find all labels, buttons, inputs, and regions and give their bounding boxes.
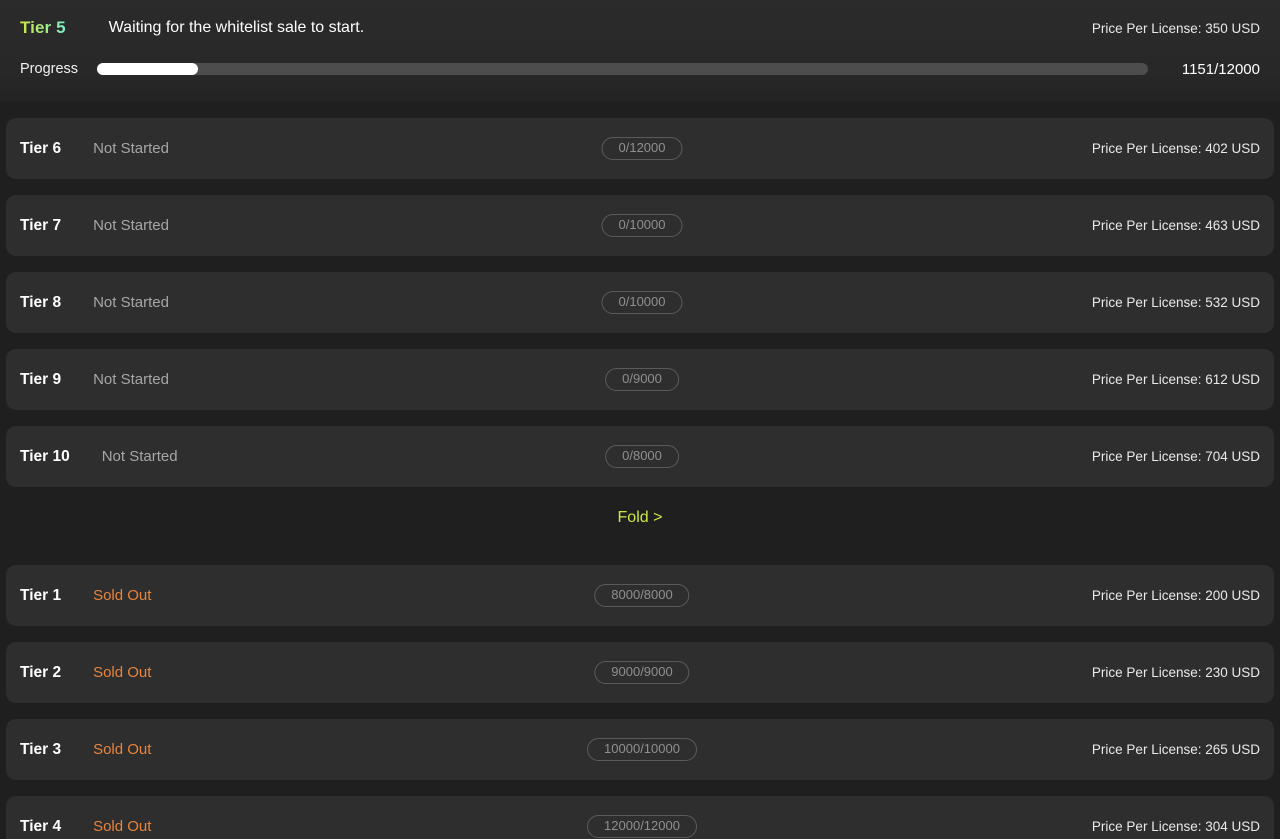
active-tier-status-message: Waiting for the whitelist sale to start. [108,19,365,36]
tier-row-status: Not Started [101,448,178,465]
tier-row[interactable]: Tier 1 Sold Out 8000/8000 Price Per License… [6,565,1274,626]
tier-row-name: Tier 4 [20,817,62,835]
tier-row-count-pill: 0/12000 [601,136,683,161]
tier-row-count-pill: 10000/10000 [587,737,697,762]
tier-sale-page: Tier 5 Waiting for the whitelist sale to… [0,0,1280,839]
progress-bar-fill [97,63,198,75]
tier-row-status: Sold Out [93,587,152,604]
tier-row-price: Price Per License: 532 USD [1091,295,1260,310]
progress-label: Progress [20,61,79,77]
tier-row-status: Sold Out [93,818,152,835]
tier-row-count-pill: 9000/9000 [594,660,690,685]
tier-row-count-pill: 0/10000 [601,290,683,315]
tier-row[interactable]: Tier 2 Sold Out 9000/9000 Price Per License… [6,642,1274,703]
tier-row-name: Tier 3 [20,740,62,758]
tier-row[interactable]: Tier 8 Not Started 0/10000 Price Per Licens… [6,272,1274,333]
tier-row-price: Price Per License: 265 USD [1091,742,1260,757]
tier-row-name: Tier 9 [20,370,62,388]
fold-toggle-button[interactable]: Fold > [618,509,663,527]
tier-row-count-pill: 0/9000 [605,367,679,392]
tier-row-status: Not Started [93,294,169,311]
tier-row-name: Tier 10 [20,447,70,465]
tier-row-name: Tier 6 [20,139,62,157]
tier-row-count-pill: 0/10000 [601,213,683,238]
tier-row-status: Sold Out [93,664,152,681]
tier-row[interactable]: Tier 3 Sold Out 10000/10000 Price Per Licen… [6,719,1274,780]
active-tier-price: Price Per License: 350 USD [1091,20,1260,36]
tier-row-price: Price Per License: 463 USD [1091,218,1260,233]
tier-row-name: Tier 2 [20,663,62,681]
tier-row-status: Not Started [93,217,169,234]
tier-row[interactable]: Tier 6 Not Started 0/12000 Price Per Licens… [6,118,1274,179]
tier-row[interactable]: Tier 10 Not Started 0/8000 Price Per Licens… [6,426,1274,487]
progress-count: 1151/12000 [1181,60,1260,78]
tier-row-count-pill: 0/8000 [605,444,679,469]
active-tier-progress-row: Progress 1151/12000 [20,58,1260,80]
tier-row-name: Tier 8 [20,293,62,311]
tier-row-status: Not Started [93,140,169,157]
tier-row-price: Price Per License: 304 USD [1091,819,1260,834]
tier-row-count-pill: 8000/8000 [594,583,690,608]
tier-row-name: Tier 1 [20,586,62,604]
tier-row-status: Sold Out [93,741,152,758]
tier-row-price: Price Per License: 612 USD [1091,372,1260,387]
tier-row[interactable]: Tier 7 Not Started 0/10000 Price Per Licens… [6,195,1274,256]
active-tier-label: Tier 5 [20,18,66,37]
tier-row-price: Price Per License: 402 USD [1091,141,1260,156]
tier-row-price: Price Per License: 230 USD [1091,665,1260,680]
tier-row-status: Not Started [93,371,169,388]
active-tier-header: Tier 5 Waiting for the whitelist sale to… [0,0,1280,101]
sold-out-tier-list: Tier 1 Sold Out 8000/8000 Price Per License… [0,565,1280,839]
fold-section: Fold > [0,487,1280,548]
active-tier-header-top: Tier 5 Waiting for the whitelist sale to… [20,14,1260,42]
tier-row-price: Price Per License: 704 USD [1091,449,1260,464]
tier-row-price: Price Per License: 200 USD [1091,588,1260,603]
tier-row[interactable]: Tier 4 Sold Out 12000/12000 Price Per Licen… [6,796,1274,839]
tier-row-name: Tier 7 [20,216,62,234]
tier-row-count-pill: 12000/12000 [587,814,697,839]
tier-row[interactable]: Tier 9 Not Started 0/9000 Price Per License… [6,349,1274,410]
upcoming-tier-list: Tier 6 Not Started 0/12000 Price Per Licens… [0,118,1280,487]
progress-bar-track [97,63,1148,75]
